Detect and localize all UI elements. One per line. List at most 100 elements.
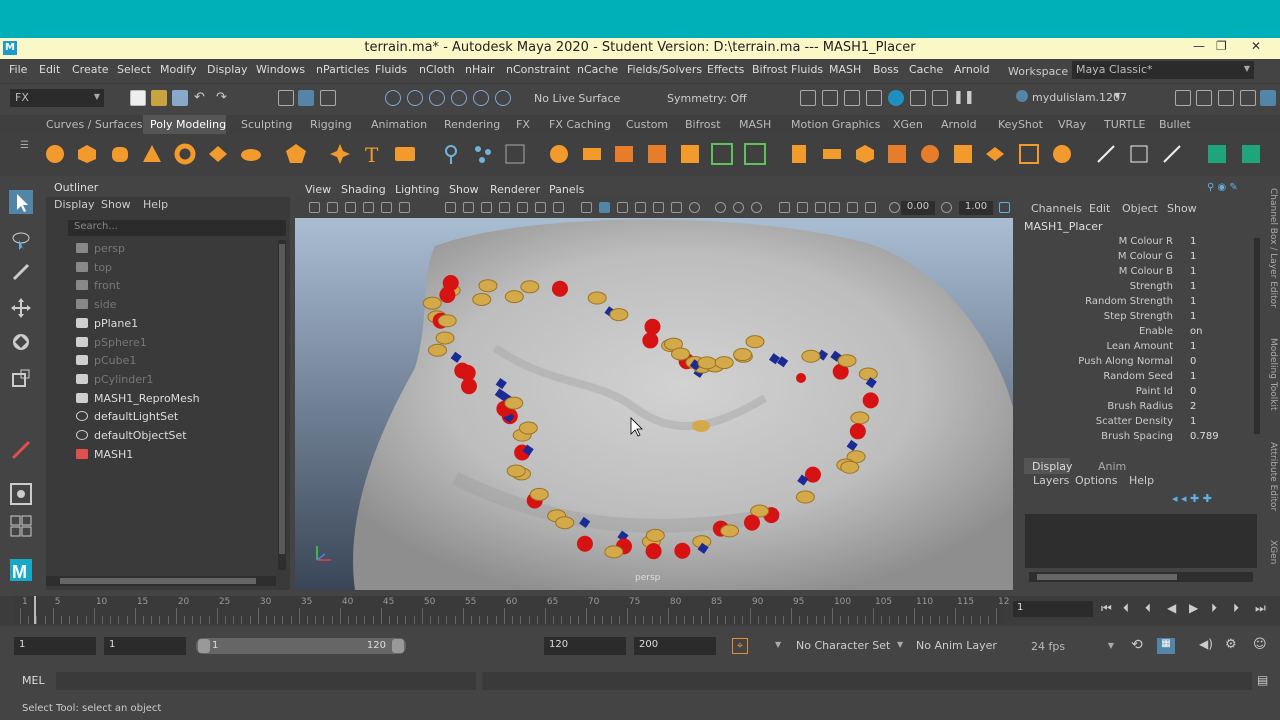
tab-display-layers[interactable]: Display	[1032, 460, 1073, 473]
snap-curve-icon[interactable]	[407, 90, 423, 106]
mash-logo-icon[interactable]: M	[9, 558, 33, 582]
xray-active-icon[interactable]	[847, 202, 858, 213]
menu-effects[interactable]: Effects	[707, 63, 744, 76]
user-account-dropdown[interactable]: mydulislam.1207	[1032, 91, 1127, 104]
hypershade-icon[interactable]	[888, 90, 904, 106]
viewport-menu-lighting[interactable]: Lighting	[395, 183, 439, 196]
menu-fluids[interactable]: Fluids	[375, 63, 407, 76]
snap-point-icon[interactable]	[429, 90, 445, 106]
poly-cylinder-icon[interactable]	[109, 143, 131, 165]
step-back-key-icon[interactable]: ⏴	[1123, 601, 1129, 616]
tab-custom[interactable]: Custom	[626, 118, 668, 131]
quad-draw-icon[interactable]	[886, 143, 908, 165]
paint-select-icon[interactable]	[9, 260, 33, 284]
snap-vertex-icon[interactable]	[495, 90, 511, 106]
outliner-item[interactable]: defaultLightSet	[76, 410, 178, 428]
shelf-options-icon[interactable]: ☰	[20, 140, 29, 151]
tab-turtle[interactable]: TURTLE	[1104, 118, 1145, 131]
menu-create[interactable]: Create	[72, 63, 109, 76]
textured-icon[interactable]	[635, 202, 646, 213]
outliner-item[interactable]: pCube1	[76, 354, 136, 372]
scale-tool-icon[interactable]	[9, 366, 33, 390]
channel-attribute-row[interactable]: Strength 1	[1017, 281, 1257, 296]
viewport-menu-panels[interactable]: Panels	[549, 183, 584, 196]
channel-attribute-row[interactable]: M Colour G 1	[1017, 251, 1257, 266]
outliner-search-input[interactable]: Search...	[68, 220, 286, 236]
snap-surface-icon[interactable]	[473, 90, 489, 106]
sculpt-icon[interactable]	[919, 143, 941, 165]
tab-vray[interactable]: VRay	[1058, 118, 1086, 131]
menu-fields-solvers[interactable]: Fields/Solvers	[627, 63, 702, 76]
channel-attribute-row[interactable]: Lean Amount 1	[1017, 341, 1257, 356]
bevel-icon[interactable]	[613, 143, 635, 165]
tab-xgen-side[interactable]: XGen	[1268, 540, 1278, 564]
menu-windows[interactable]: Windows	[256, 63, 305, 76]
channel-attribute-row[interactable]: M Colour R 1	[1017, 236, 1257, 251]
tab-modeling-toolkit[interactable]: Modeling Toolkit	[1268, 338, 1278, 411]
menu-nparticles[interactable]: nParticles	[316, 63, 369, 76]
viewport-menu-view[interactable]: View	[305, 183, 331, 196]
ambient-occlusion-icon[interactable]	[689, 202, 700, 213]
resolution-gate-icon[interactable]	[481, 202, 492, 213]
select-hierarchy-icon[interactable]	[278, 90, 294, 106]
uv-editor-icon[interactable]	[1095, 143, 1117, 165]
channels-menu-object[interactable]: Object	[1122, 202, 1158, 215]
symmetry-dropdown[interactable]: Symmetry: Off	[667, 92, 747, 105]
channel-attribute-row[interactable]: Enable on	[1017, 326, 1257, 341]
svg-tool-icon[interactable]	[394, 143, 416, 165]
select-object-icon[interactable]	[298, 90, 314, 106]
tab-keyshot[interactable]: KeyShot	[998, 118, 1043, 131]
gate-mask-icon[interactable]	[499, 202, 510, 213]
channel-attribute-row[interactable]: Scatter Density 1	[1017, 416, 1257, 431]
hud-icon[interactable]	[865, 202, 876, 213]
menuset-dropdown[interactable]: FX ▼	[10, 89, 104, 107]
outliner-item[interactable]: pPlane1	[76, 317, 138, 335]
move-tool-icon[interactable]	[9, 296, 33, 320]
loop-icon[interactable]: ⟲	[1131, 637, 1143, 653]
new-scene-icon[interactable]	[130, 90, 146, 106]
viewport-menu-renderer[interactable]: Renderer	[490, 183, 540, 196]
color-management-icon[interactable]	[999, 202, 1010, 213]
channel-attribute-value[interactable]: 1	[1187, 251, 1247, 264]
anim-layer-dropdown[interactable]: No Anim Layer	[916, 639, 997, 652]
menu-select[interactable]: Select	[117, 63, 151, 76]
use-all-lights-icon[interactable]	[653, 202, 664, 213]
planar-map-icon[interactable]	[1128, 143, 1150, 165]
last-tool-icon[interactable]	[9, 438, 33, 462]
channel-attribute-value[interactable]: 0	[1187, 356, 1247, 369]
tab-animation[interactable]: Animation	[371, 118, 427, 131]
current-frame-field[interactable]: 1	[1013, 601, 1093, 617]
channel-attribute-row[interactable]: Random Strength 1	[1017, 296, 1257, 311]
outliner-item[interactable]: front	[76, 279, 120, 297]
freeze-transform-icon[interactable]	[1051, 143, 1073, 165]
menu-mash[interactable]: MASH	[829, 63, 861, 76]
field-chart-icon[interactable]	[517, 202, 528, 213]
channel-attribute-value[interactable]: 1	[1187, 341, 1247, 354]
channels-menu-edit[interactable]: Edit	[1089, 202, 1110, 215]
unfold-icon[interactable]	[1161, 143, 1183, 165]
bookmarks-icon[interactable]	[345, 202, 356, 213]
layers-menu-layers[interactable]: Layers	[1033, 474, 1069, 487]
wireframe-on-shaded-icon[interactable]	[617, 202, 628, 213]
smooth-shade-icon[interactable]	[599, 202, 610, 213]
save-scene-icon[interactable]	[172, 90, 188, 106]
anim-preferences-icon[interactable]: ⚙	[1225, 637, 1237, 652]
mash-scatter-icon[interactable]	[472, 143, 494, 165]
undo-icon[interactable]: ↶	[194, 90, 205, 105]
channel-box-toggle-icon[interactable]	[1240, 90, 1256, 106]
shelf-menu-icon[interactable]	[1240, 143, 1262, 165]
select-component-icon[interactable]	[320, 90, 336, 106]
channel-attribute-value[interactable]: 1	[1187, 266, 1247, 279]
poly-sphere-icon[interactable]	[44, 143, 66, 165]
character-set-chevron-icon[interactable]: ▼	[775, 640, 781, 649]
outliner-item[interactable]: pCylinder1	[76, 373, 154, 391]
workspace-dropdown[interactable]: Maya Classic*	[1072, 61, 1254, 79]
backface-culling-icon[interactable]	[829, 202, 840, 213]
play-forwards-icon[interactable]: ▶	[1189, 601, 1198, 615]
poly-cube-icon[interactable]	[76, 143, 98, 165]
animation-end-field[interactable]: 200	[634, 637, 716, 655]
gamma-field[interactable]: 1.00	[959, 201, 993, 215]
sound-icon[interactable]: ◀)	[1199, 637, 1213, 651]
outliner-item[interactable]: MASH1_ReproMesh	[76, 392, 200, 410]
center-pivot-icon[interactable]	[1018, 143, 1040, 165]
